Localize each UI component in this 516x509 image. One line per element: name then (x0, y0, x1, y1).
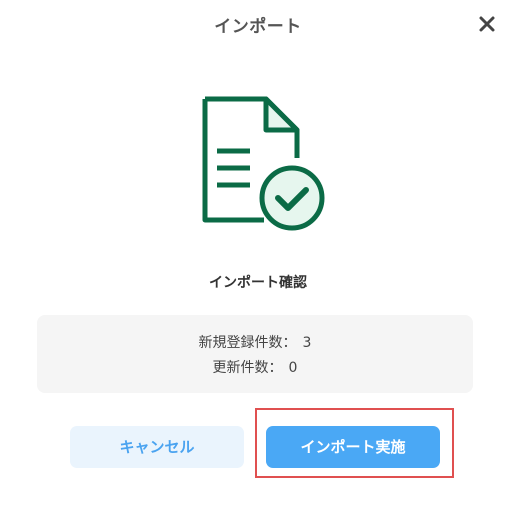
close-icon (479, 16, 495, 32)
close-button[interactable] (474, 11, 500, 37)
updated-records-count: 0 (288, 360, 298, 376)
new-records-row: 新規登録件数： 3 (37, 332, 473, 352)
import-execute-button[interactable]: インポート実施 (266, 426, 440, 468)
updated-records-row: 更新件数： 0 (37, 357, 473, 377)
document-check-icon (196, 92, 330, 232)
updated-records-label: 更新件数： (212, 360, 283, 376)
new-records-count: 3 (302, 335, 312, 351)
import-dialog: インポート インポート確認 新規登録件数： 3 更新件数： 0 キャンセル イン… (0, 0, 516, 509)
import-summary: 新規登録件数： 3 更新件数： 0 (37, 315, 473, 393)
new-records-label: 新規登録件数： (198, 335, 297, 351)
confirm-title: インポート確認 (209, 275, 307, 291)
cancel-button[interactable]: キャンセル (70, 426, 244, 468)
dialog-title: インポート (214, 17, 302, 37)
